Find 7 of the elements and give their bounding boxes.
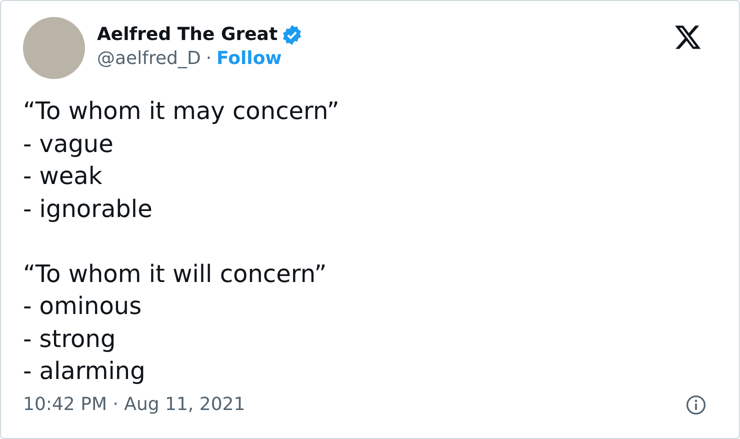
x-logo-icon[interactable] xyxy=(673,23,703,51)
timestamp[interactable]: 10:42 PM · Aug 11, 2021 xyxy=(23,394,246,415)
info-icon[interactable] xyxy=(685,394,707,416)
author-name: Aelfred The Great xyxy=(97,24,278,45)
tweet-text: “To whom it may concern” - vague - weak - ignorable “To whom it will concern” - ominous - strong - alarming xyxy=(23,96,340,387)
author-handle: @aelfred_D xyxy=(97,48,201,69)
separator-dot: · xyxy=(206,48,212,69)
